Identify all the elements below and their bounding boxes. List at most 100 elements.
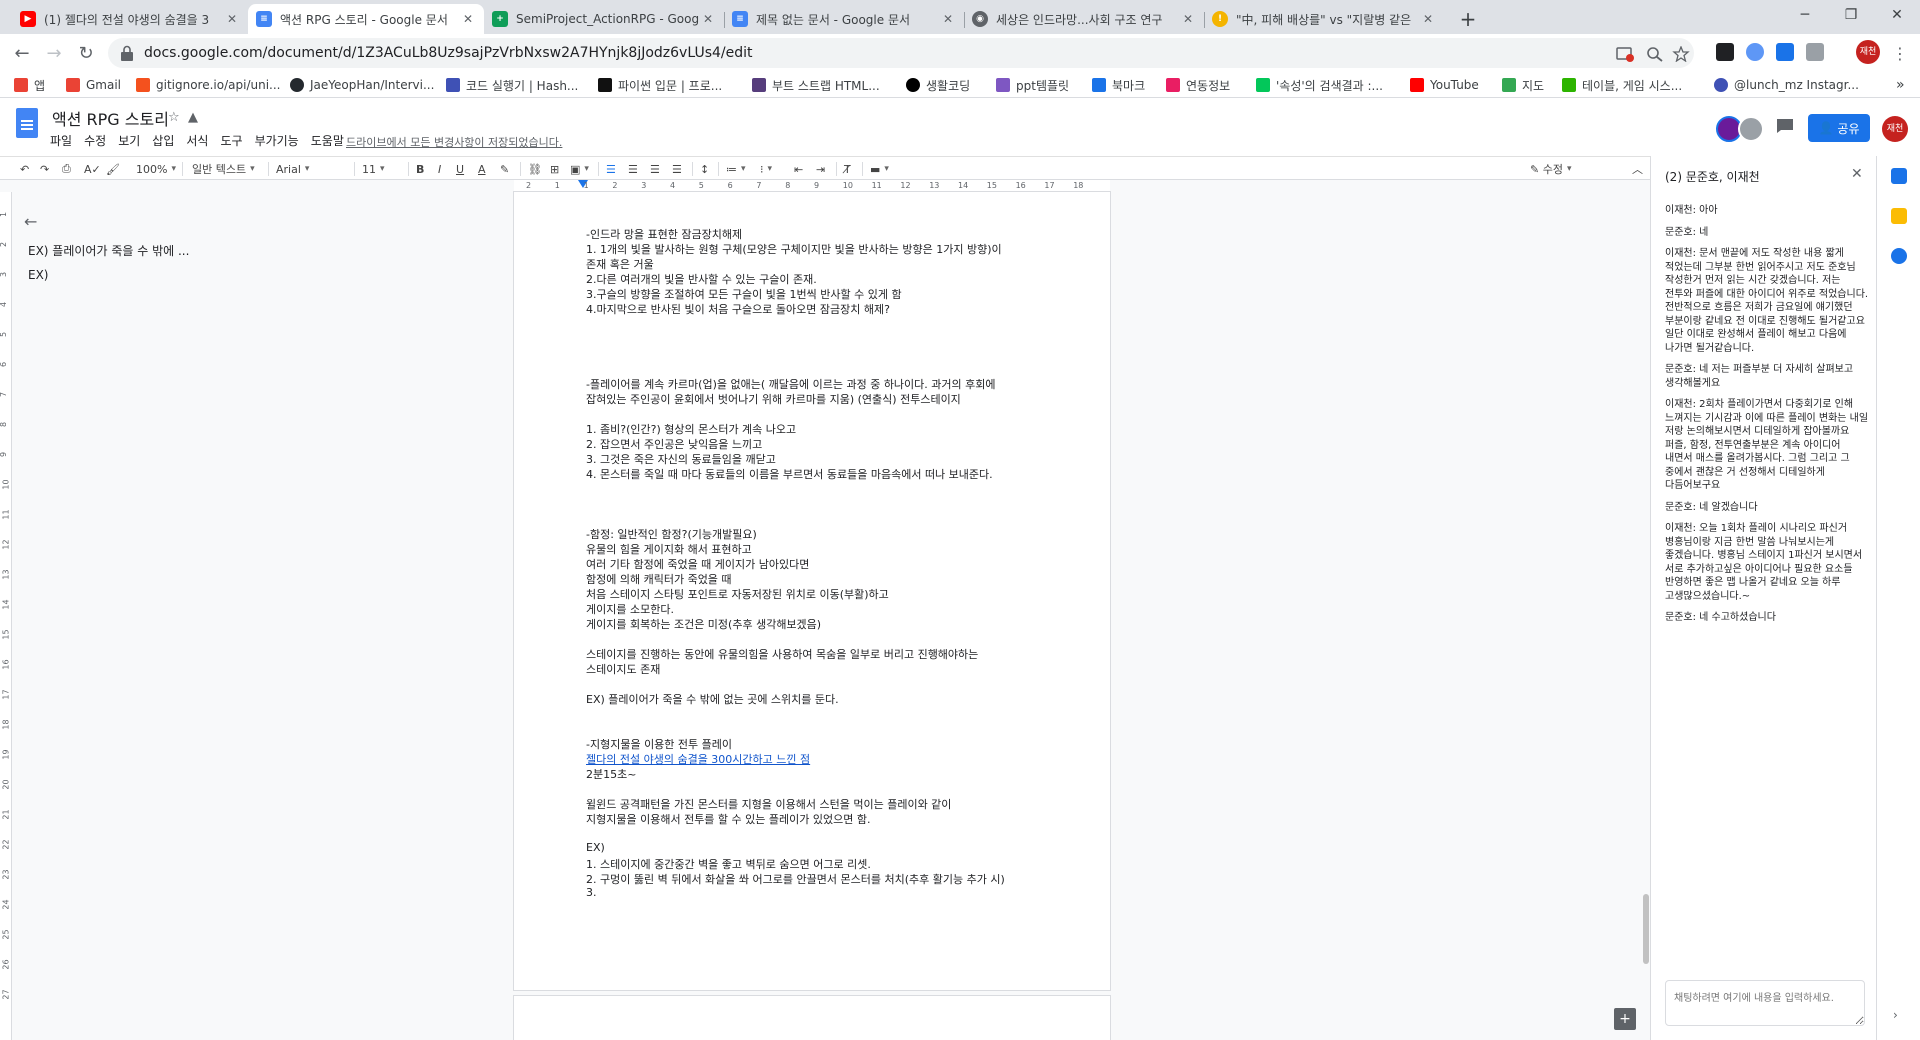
move-folder-icon[interactable]: ▲: [188, 110, 198, 125]
paint-format-icon[interactable]: 🖌: [106, 160, 120, 178]
bookmark-item[interactable]: '속성'의 검색결과 :...: [1256, 76, 1383, 94]
numbered-list-icon[interactable]: ≔: [726, 160, 746, 178]
hide-menus-icon[interactable]: ︿: [1632, 160, 1643, 178]
account-avatar[interactable]: 재천: [1882, 116, 1908, 142]
align-justify-icon[interactable]: ☰: [672, 160, 682, 178]
explore-icon[interactable]: +: [1614, 1008, 1636, 1030]
italic-icon[interactable]: I: [438, 160, 441, 178]
scrollbar-thumb[interactable]: [1643, 894, 1649, 964]
document-link[interactable]: 젤다의 전설 야생의 숨결을 300시간하고 느낀 점: [586, 751, 810, 767]
bookmark-item[interactable]: 앱: [14, 76, 45, 94]
bookmark-item[interactable]: gitignore.io/api/uni...: [136, 76, 280, 94]
bookmark-item[interactable]: 코드 실행기 | Hash...: [446, 76, 578, 94]
bookmark-item[interactable]: JaeYeopHan/Intervi...: [290, 76, 434, 94]
menu-view[interactable]: 보기: [118, 132, 140, 149]
bookmark-item[interactable]: 부트 스트랩 HTML...: [752, 76, 880, 94]
outline-item[interactable]: EX): [28, 268, 48, 282]
restore-button[interactable]: ❐: [1828, 0, 1874, 30]
bookmark-item[interactable]: 연동정보: [1166, 76, 1230, 94]
style-select[interactable]: 일반 텍스트: [192, 160, 255, 178]
menu-tools[interactable]: 도구: [220, 132, 242, 149]
extension-icon[interactable]: [1806, 43, 1824, 61]
print-icon[interactable]: ⎙: [62, 160, 71, 178]
browser-tab-active[interactable]: ≡ 액션 RPG 스토리 - Google 문서 ✕: [248, 4, 484, 34]
horizontal-ruler[interactable]: 2 1 1 2 3 4 5 6 7 8 9 10 11 12 13 14 15 16 17 18: [514, 180, 1110, 192]
more-bookmarks-icon[interactable]: »: [1896, 76, 1905, 94]
close-icon[interactable]: ✕: [224, 12, 240, 26]
spellcheck-icon[interactable]: A✓: [84, 160, 101, 178]
input-tools-icon[interactable]: ▬: [870, 160, 889, 178]
bookmark-item[interactable]: 북마크: [1092, 76, 1145, 94]
close-outline-icon[interactable]: ←: [24, 212, 37, 231]
reload-button[interactable]: ↻: [72, 40, 100, 68]
zoom-select[interactable]: 100%: [136, 160, 176, 178]
align-center-icon[interactable]: ☰: [628, 160, 638, 178]
keep-icon[interactable]: [1891, 208, 1907, 224]
bookmark-star-icon[interactable]: [1672, 46, 1690, 62]
close-icon[interactable]: ✕: [1851, 166, 1863, 182]
browser-tab[interactable]: ▶ (1) 젤다의 전설 야생의 숨결을 3 ✕: [12, 4, 248, 34]
calendar-icon[interactable]: [1891, 168, 1907, 184]
docs-logo-icon[interactable]: [16, 108, 38, 138]
star-icon[interactable]: ☆: [168, 110, 180, 125]
bookmark-item[interactable]: ppt템플릿: [996, 76, 1069, 94]
address-bar[interactable]: docs.google.com/document/d/1Z3ACuLb8Uz9s…: [108, 38, 1694, 68]
insert-image-icon[interactable]: ▣: [570, 160, 589, 178]
bold-icon[interactable]: B: [416, 160, 424, 178]
browser-tab[interactable]: ≡ 제목 없는 문서 - Google 문서 ✕: [724, 4, 964, 34]
document-page[interactable]: -인드라 망을 표현한 잠금장치해제 1. 1개의 빛을 발사하는 원형 구체(모…: [514, 192, 1110, 990]
minimize-button[interactable]: ─: [1782, 0, 1828, 30]
new-tab-button[interactable]: +: [1454, 6, 1482, 34]
document-page-next[interactable]: [514, 996, 1110, 1040]
share-button[interactable]: 👤 공유: [1808, 114, 1870, 142]
window-close-button[interactable]: ✕: [1874, 0, 1920, 30]
bookmark-item[interactable]: @lunch_mz Instagr...: [1714, 76, 1859, 94]
align-left-icon[interactable]: ☰: [606, 160, 616, 178]
decrease-indent-icon[interactable]: ⇤: [794, 160, 803, 178]
font-select[interactable]: Arial: [276, 160, 348, 178]
browser-menu-button[interactable]: ⋮: [1886, 40, 1914, 68]
undo-icon[interactable]: ↶: [20, 160, 29, 178]
outline-item[interactable]: EX) 플레이어가 죽을 수 밖에 ...: [28, 242, 189, 259]
close-icon[interactable]: ✕: [700, 12, 716, 26]
bookmark-item[interactable]: 파이썬 입문 | 프로...: [598, 76, 722, 94]
redo-icon[interactable]: ↷: [40, 160, 49, 178]
bulleted-list-icon[interactable]: ⁝: [760, 160, 772, 178]
expand-panel-icon[interactable]: ›: [1893, 1008, 1898, 1022]
bookmark-item[interactable]: 테이블, 게임 시스...: [1562, 76, 1682, 94]
increase-indent-icon[interactable]: ⇥: [816, 160, 825, 178]
back-button[interactable]: ←: [8, 40, 36, 68]
menu-format[interactable]: 서식: [186, 132, 208, 149]
browser-tab[interactable]: ! "中, 피해 배상를" vs "지랄병 같은 ✕: [1204, 4, 1444, 34]
collaborator-avatar[interactable]: [1738, 116, 1764, 142]
save-status[interactable]: 드라이브에서 모든 변경사항이 저장되었습니다.: [346, 134, 562, 150]
bookmark-item[interactable]: 지도: [1502, 76, 1544, 94]
bookmark-item[interactable]: 생활코딩: [906, 76, 970, 94]
menu-addons[interactable]: 부가기능: [255, 132, 299, 149]
comment-history-icon[interactable]: [1776, 118, 1794, 134]
browser-tab[interactable]: + SemiProject_ActionRPG - Googl ✕: [484, 4, 724, 34]
menu-edit[interactable]: 수정: [84, 132, 106, 149]
align-right-icon[interactable]: ☰: [650, 160, 660, 178]
zoom-icon[interactable]: [1646, 46, 1664, 62]
chat-input[interactable]: [1665, 980, 1865, 1026]
close-icon[interactable]: ✕: [940, 12, 956, 26]
bookmark-item[interactable]: YouTube: [1410, 76, 1479, 94]
highlight-icon[interactable]: ✎: [500, 160, 509, 178]
clear-formatting-icon[interactable]: T̸: [844, 160, 851, 178]
profile-avatar[interactable]: 재천: [1856, 40, 1880, 64]
add-comment-icon[interactable]: ⊞: [550, 160, 559, 178]
font-size-select[interactable]: 11: [362, 160, 400, 178]
close-icon[interactable]: ✕: [1180, 12, 1196, 26]
menu-file[interactable]: 파일: [50, 132, 72, 149]
blocked-popup-icon[interactable]: [1616, 46, 1634, 62]
bookmark-item[interactable]: Gmail: [66, 76, 121, 94]
forward-button[interactable]: →: [40, 40, 68, 68]
browser-tab[interactable]: ◉ 세상은 인드라망...사회 구조 연구 ✕: [964, 4, 1204, 34]
close-icon[interactable]: ✕: [1420, 12, 1436, 26]
tasks-icon[interactable]: [1891, 248, 1907, 264]
underline-icon[interactable]: U: [456, 160, 464, 178]
menu-help[interactable]: 도움말: [311, 132, 344, 149]
link-icon[interactable]: ⛓: [528, 160, 542, 178]
extension-icon[interactable]: [1746, 43, 1764, 61]
